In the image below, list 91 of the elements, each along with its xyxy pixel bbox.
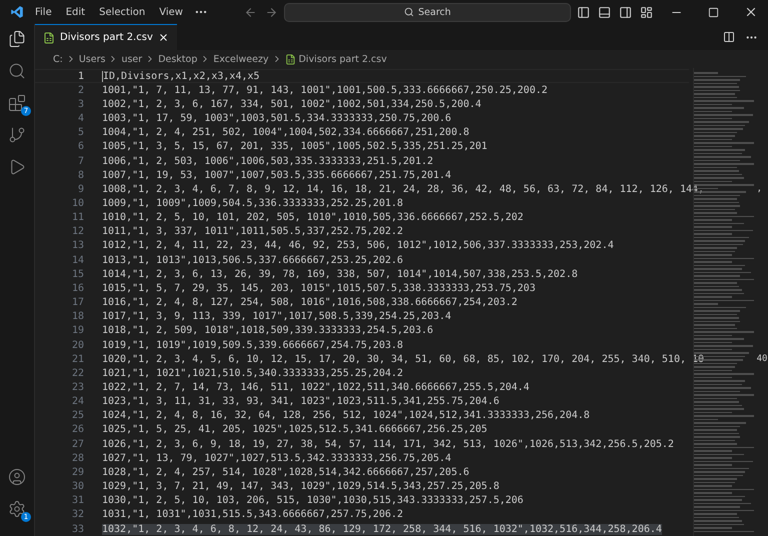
code-line: 1021,"1, 1021",1021,510.5,340.3333333,255.25,204.2 bbox=[102, 368, 404, 379]
search-icon[interactable] bbox=[8, 62, 26, 80]
menu-item[interactable]: File bbox=[30, 4, 57, 20]
line-number: 10 bbox=[70, 198, 84, 209]
files-icon[interactable] bbox=[8, 30, 26, 48]
line-number: 6 bbox=[76, 141, 84, 152]
line-number: 23 bbox=[70, 382, 84, 394]
code-line: 1011,"1, 3, 337, 1011",1011,505.5,337,252.75,202.2 bbox=[102, 226, 404, 238]
account-icon[interactable] bbox=[8, 468, 26, 486]
line-number: 32 bbox=[70, 509, 84, 520]
spreadsheet-icon bbox=[43, 32, 55, 44]
line-number: 33 bbox=[70, 524, 84, 535]
overflow-text: , bbox=[756, 183, 764, 196]
code-line: 1027,"1, 13, 79, 1027",1027,513.5,342.3333333,256.75,205.4 bbox=[102, 452, 452, 464]
code-line: 1013,"1, 1013",1013,506.5,337.6666667,253.25,202.6 bbox=[102, 254, 404, 266]
code-line: 1024,"1, 2, 4, 8, 16, 32, 64, 128, 256, 512, 1024",1024,512,341.3333333,256,204.8 bbox=[102, 410, 590, 422]
line-number: 17 bbox=[70, 297, 84, 308]
line-number: 1 bbox=[76, 70, 84, 82]
line-number: 20 bbox=[70, 340, 84, 351]
code-line: 1012,"1, 2, 4, 11, 22, 23, 44, 46, 92, 253, 506, 1012",1012,506,337.3333333,253,202.4 bbox=[102, 240, 614, 252]
line-number: 21 bbox=[70, 354, 84, 365]
line-number: 4 bbox=[76, 113, 84, 124]
line-number: 5 bbox=[76, 127, 84, 138]
breadcrumb-item[interactable]: Divisors part 2.csv bbox=[298, 54, 387, 64]
code-line: 1023,"1, 3, 11, 31, 33, 93, 341, 1023",1023,511.5,341,255.75,204.6 bbox=[102, 396, 500, 408]
line-number: 25 bbox=[70, 410, 84, 422]
breadcrumb-item[interactable]: user bbox=[121, 54, 142, 64]
line-number: 26 bbox=[70, 424, 84, 436]
code-line: 1006,"1, 2, 503, 1006",1006,503,335.3333333,251.5,201.2 bbox=[102, 156, 434, 167]
line-number: 27 bbox=[70, 438, 84, 450]
line-number: 18 bbox=[70, 311, 84, 322]
tab-label: Divisors part 2.csv bbox=[60, 32, 153, 43]
line-number: 29 bbox=[70, 466, 84, 478]
search-icon bbox=[404, 7, 414, 17]
code-line: 1025,"1, 5, 25, 41, 205, 1025",1025,512.5,341.6666667,256.25,205 bbox=[102, 424, 488, 436]
line-number: 19 bbox=[70, 325, 84, 336]
line-number: 15 bbox=[70, 268, 84, 280]
line-number: 12 bbox=[70, 226, 84, 238]
code-line: 1003,"1, 17, 59, 1003",1003,501.5,334.3333333,250.75,200.6 bbox=[102, 113, 452, 124]
line-number: 14 bbox=[70, 254, 84, 266]
code-line: ID,Divisors,x1,x2,x3,x4,x5 bbox=[102, 70, 260, 82]
code-line: 1029,"1, 3, 7, 21, 49, 147, 343, 1029",1029,514.5,343,257.25,205.8 bbox=[102, 481, 500, 492]
settings-icon[interactable] bbox=[8, 500, 26, 518]
code-line: 1002,"1, 2, 3, 6, 167, 334, 501, 1002",1002,501,334,250.5,200.4 bbox=[102, 98, 482, 110]
code-line: 1009,"1, 1009",1009,504.5,336.3333333,252.25,201.8 bbox=[102, 198, 404, 209]
code-line: 1015,"1, 5, 7, 29, 35, 145, 203, 1015",1015,507.5,338.3333333,253.75,203 bbox=[102, 282, 536, 294]
code-line: 1020,"1, 2, 3, 4, 5, 6, 10, 12, 15, 17, 20, 30, 34, 51, 60, 68, 85, 102, 170, 204, 255, 340, 510, 10 bbox=[102, 354, 704, 365]
line-number: 3 bbox=[76, 98, 84, 110]
code-line: 1005,"1, 3, 5, 15, 67, 201, 335, 1005",1005,502.5,335,251.25,201 bbox=[102, 141, 488, 152]
menu-item[interactable]: Edit bbox=[60, 4, 90, 20]
branch-icon[interactable] bbox=[8, 126, 26, 144]
line-number: 16 bbox=[70, 282, 84, 294]
line-number: 8 bbox=[76, 170, 84, 181]
code-line: 1014,"1, 2, 3, 6, 13, 26, 39, 78, 169, 338, 507, 1014",1014,507,338,253.5,202.8 bbox=[102, 268, 578, 280]
code-line: 1008,"1, 2, 3, 4, 6, 7, 8, 9, 12, 14, 16, 18, 21, 24, 28, 36, 42, 48, 56, 63, 72, 84, 112, 126, 144, bbox=[102, 184, 704, 195]
line-number: 24 bbox=[70, 396, 84, 408]
code-line: 1028,"1, 2, 4, 257, 514, 1028",1028,514,342.6666667,257,205.6 bbox=[102, 466, 470, 478]
breadcrumb-item[interactable]: C: bbox=[53, 54, 63, 64]
code-line: 1001,"1, 7, 11, 13, 77, 91, 143, 1001",1001,500.5,333.6666667,250.25,200.2 bbox=[102, 84, 548, 96]
breadcrumb-item[interactable]: Desktop bbox=[158, 54, 198, 64]
line-number: 2 bbox=[76, 84, 84, 96]
spreadsheet-icon bbox=[284, 54, 296, 64]
code-line: 1007,"1, 19, 53, 1007",1007,503.5,335.6666667,251.75,201.4 bbox=[102, 170, 452, 181]
search-field[interactable]: Search bbox=[284, 2, 572, 22]
line-number: 31 bbox=[70, 495, 84, 506]
code-line: 1026,"1, 2, 3, 6, 9, 18, 19, 27, 38, 54, 57, 114, 171, 342, 513, 1026",1026,513,342,256.5,205.2 bbox=[102, 438, 674, 450]
code-line: 1031,"1, 1031",1031,515.5,343.6666667,257.75,206.2 bbox=[102, 509, 404, 520]
line-number: 9 bbox=[76, 184, 84, 195]
menu-item[interactable]: Selection bbox=[94, 4, 150, 20]
code-line: 1019,"1, 1019",1019,509.5,339.6666667,254.75,203.8 bbox=[102, 340, 404, 351]
menu-item[interactable]: View bbox=[154, 4, 188, 20]
code-line: 1030,"1, 2, 5, 10, 103, 206, 515, 1030",1030,515,343.3333333,257.5,206 bbox=[102, 495, 524, 506]
code-line: 1010,"1, 2, 5, 10, 101, 202, 505, 1010",1010,505,336.6666667,252.5,202 bbox=[102, 212, 524, 224]
line-number: 11 bbox=[70, 212, 84, 224]
code-line: 1017,"1, 3, 9, 113, 339, 1017",1017,508.5,339,254.25,203.4 bbox=[102, 311, 452, 322]
code-line: 1022,"1, 2, 7, 14, 73, 146, 511, 1022",1022,511,340.6666667,255.5,204.4 bbox=[102, 382, 530, 394]
breadcrumb-item[interactable]: Excelweezy bbox=[213, 54, 269, 64]
editor-tab[interactable]: Divisors part 2.csv bbox=[35, 24, 177, 50]
line-number: 30 bbox=[70, 481, 84, 492]
breadcrumb-item[interactable]: Users bbox=[78, 54, 106, 64]
code-line: 1016,"1, 2, 4, 8, 127, 254, 508, 1016",1016,508,338.6666667,254,203.2 bbox=[102, 297, 518, 308]
line-number: 28 bbox=[70, 452, 84, 464]
code-line: 1018,"1, 2, 509, 1018",1018,509,339.3333333,254.5,203.6 bbox=[102, 325, 434, 336]
line-number: 13 bbox=[70, 240, 84, 252]
line-number: 7 bbox=[76, 156, 84, 167]
code-line: 1004,"1, 2, 4, 251, 502, 1004",1004,502,334.6666667,251,200.8 bbox=[102, 127, 470, 138]
split-editor-icon[interactable] bbox=[723, 31, 735, 43]
overflow-text: 40 bbox=[756, 353, 768, 366]
line-number: 22 bbox=[70, 368, 84, 379]
close-icon[interactable] bbox=[158, 32, 169, 43]
extensions-icon[interactable] bbox=[8, 94, 26, 112]
